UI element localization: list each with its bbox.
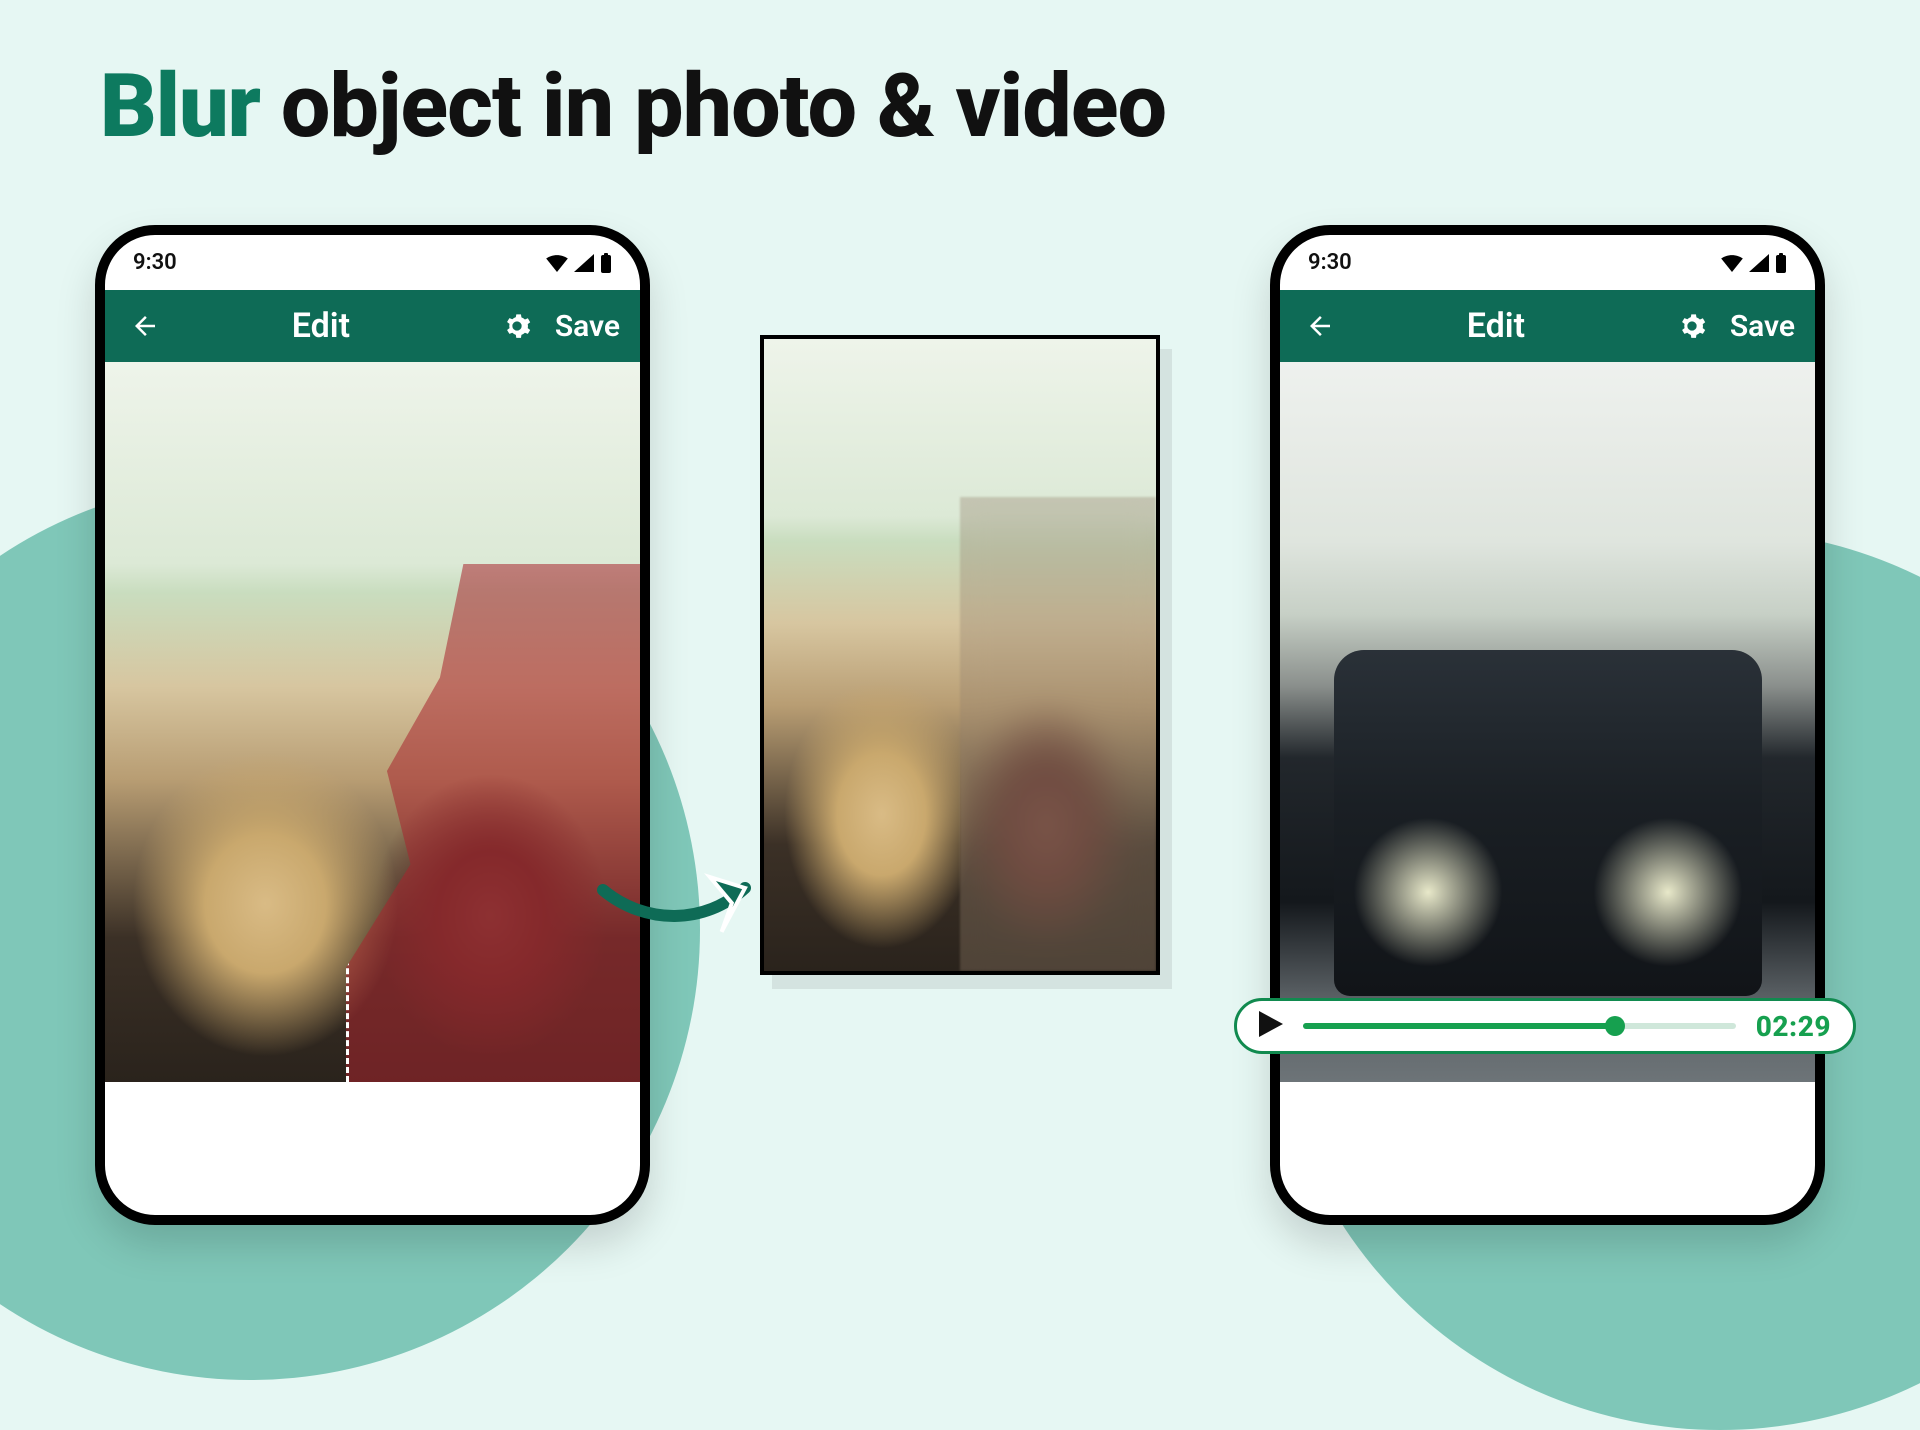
back-button[interactable] bbox=[1300, 306, 1340, 346]
app-bar: Edit Save bbox=[1280, 290, 1815, 362]
signal-icon bbox=[1749, 254, 1769, 272]
save-button[interactable]: Save bbox=[1730, 309, 1795, 344]
result-preview-card bbox=[760, 335, 1160, 975]
status-time: 9:30 bbox=[1308, 250, 1352, 275]
photo-canvas[interactable] bbox=[105, 362, 640, 1082]
status-bar: 9:30 bbox=[1280, 235, 1815, 290]
arrow-right-icon bbox=[595, 830, 775, 940]
play-icon bbox=[1259, 1011, 1283, 1037]
progress-thumb[interactable] bbox=[1605, 1016, 1625, 1036]
wifi-icon bbox=[1721, 254, 1743, 272]
status-icons bbox=[1721, 253, 1787, 273]
video-playback-bar: 02:29 bbox=[1234, 998, 1856, 1054]
blurred-area bbox=[960, 497, 1156, 971]
settings-button[interactable] bbox=[497, 306, 537, 346]
phone-mockup-left: 9:30 Edit Save bbox=[95, 225, 650, 1225]
arrow-left-icon bbox=[1305, 311, 1335, 341]
status-icons bbox=[546, 253, 612, 273]
app-bar: Edit Save bbox=[105, 290, 640, 362]
signal-icon bbox=[574, 254, 594, 272]
video-canvas[interactable] bbox=[1280, 362, 1815, 1082]
progress-fill bbox=[1303, 1023, 1615, 1029]
battery-icon bbox=[1775, 253, 1787, 273]
save-button[interactable]: Save bbox=[555, 309, 620, 344]
status-bar: 9:30 bbox=[105, 235, 640, 290]
phone-mockup-right: 9:30 Edit Save bbox=[1270, 225, 1825, 1225]
back-button[interactable] bbox=[125, 306, 165, 346]
status-time: 9:30 bbox=[133, 250, 177, 275]
appbar-title: Edit bbox=[163, 306, 479, 346]
playback-timestamp: 02:29 bbox=[1756, 1010, 1831, 1043]
video-frame-preview bbox=[1280, 362, 1815, 1082]
progress-slider[interactable] bbox=[1303, 1023, 1736, 1029]
battery-icon bbox=[600, 253, 612, 273]
appbar-title: Edit bbox=[1338, 306, 1654, 346]
wifi-icon bbox=[546, 254, 568, 272]
headline-rest: object in photo & video bbox=[260, 55, 1166, 158]
play-button[interactable] bbox=[1259, 1011, 1283, 1041]
gear-icon bbox=[1678, 312, 1706, 340]
arrow-left-icon bbox=[130, 311, 160, 341]
settings-button[interactable] bbox=[1672, 306, 1712, 346]
gear-icon bbox=[503, 312, 531, 340]
headline-accent: Blur bbox=[100, 55, 260, 158]
headline: Blur object in photo & video bbox=[100, 55, 1166, 158]
